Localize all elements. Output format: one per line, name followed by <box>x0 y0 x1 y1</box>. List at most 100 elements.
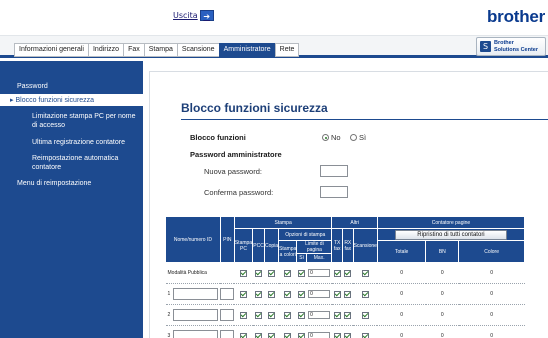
user-name-input[interactable] <box>172 309 218 321</box>
table-row-public: Modalità Pubblica 0 0 0 0 <box>165 262 525 284</box>
checkbox-color-print[interactable] <box>284 290 292 298</box>
counter-total: 0 <box>377 325 426 338</box>
function-lock-no-label: No <box>331 133 341 142</box>
page-title: Blocco funzioni sicurezza <box>181 101 328 115</box>
checkbox-tx-fax[interactable] <box>333 311 341 319</box>
checkbox-rx-fax[interactable] <box>344 311 352 319</box>
pin-input[interactable] <box>220 330 235 338</box>
checkbox-copy[interactable] <box>268 290 276 298</box>
tabs: Informazioni generali Indirizzo Fax Stam… <box>14 43 300 57</box>
checkbox-tx-fax[interactable] <box>333 332 341 338</box>
checkbox-pcc[interactable] <box>255 332 263 338</box>
header-page-counter: Contatore pagine <box>376 216 526 229</box>
sidebar-item-last-counter-record[interactable]: Ultima registrazione contatore <box>32 138 125 147</box>
header-pc-print: Stampa PC <box>233 228 254 263</box>
counter-bw: 0 <box>425 283 459 305</box>
checkbox-copy[interactable] <box>268 269 276 277</box>
header-limit-max: Max. <box>305 253 333 263</box>
checkbox-pcc[interactable] <box>255 269 263 277</box>
function-lock-yes-radio[interactable] <box>350 134 357 141</box>
checkbox-rx-fax[interactable] <box>344 269 352 277</box>
pin-input[interactable] <box>220 309 235 321</box>
tab-administrator[interactable]: Amministratore <box>218 43 276 57</box>
checkbox-page-limit[interactable] <box>298 332 306 338</box>
function-lock-table: Nome/numero ID PIN Stampa Altri Contator… <box>165 216 526 338</box>
checkbox-tx-fax[interactable] <box>333 290 341 298</box>
page-limit-max-input[interactable]: 0 <box>308 290 331 298</box>
admin-password-label: Password amministratore <box>190 150 282 159</box>
checkbox-rx-fax[interactable] <box>344 290 352 298</box>
new-password-label: Nuova password: <box>204 167 262 176</box>
title-divider <box>181 119 548 120</box>
checkbox-color-print[interactable] <box>284 311 292 319</box>
checkbox-color-print[interactable] <box>284 332 292 338</box>
function-lock-no-radio[interactable] <box>322 134 329 141</box>
checkbox-pc-print[interactable] <box>239 332 247 338</box>
checkbox-page-limit[interactable] <box>298 269 306 277</box>
checkbox-tx-fax[interactable] <box>333 269 341 277</box>
checkbox-scan[interactable] <box>361 332 369 338</box>
checkbox-page-limit[interactable] <box>298 290 306 298</box>
checkbox-scan[interactable] <box>361 269 369 277</box>
sidebar-item-reset-menu[interactable]: Menu di reimpostazione <box>17 179 91 188</box>
checkbox-pc-print[interactable] <box>239 269 247 277</box>
page-limit-max-input[interactable]: 0 <box>308 269 331 277</box>
counter-bw: 0 <box>425 304 459 326</box>
pin-input[interactable] <box>220 288 235 300</box>
header-total: Totale <box>376 240 427 263</box>
tab-scan[interactable]: Scansione <box>176 43 220 57</box>
tab-address[interactable]: Indirizzo <box>87 43 125 57</box>
checkbox-page-limit[interactable] <box>298 311 306 319</box>
tab-print[interactable]: Stampa <box>143 43 178 57</box>
checkbox-color-print[interactable] <box>284 269 292 277</box>
counter-color: 0 <box>458 304 525 326</box>
counter-bw: 0 <box>425 325 459 338</box>
checkbox-pc-print[interactable] <box>239 290 247 298</box>
checkbox-pcc[interactable] <box>255 290 263 298</box>
header-others: Altri <box>331 216 378 229</box>
sidebar-item-pc-print-restriction[interactable]: Limitazione stampa PC per nome di access… <box>32 112 140 130</box>
header-reset-cell: Ripristino di tutti contatori <box>376 228 526 241</box>
sidebar-item-auto-counter-reset[interactable]: Reimpostazione automatica contatore <box>32 154 137 172</box>
counter-total: 0 <box>377 304 426 326</box>
header-print: Stampa <box>233 216 333 229</box>
solutions-center-button[interactable]: S Brother Solutions Center <box>476 37 546 56</box>
sidebar-item-secure-function-lock[interactable]: ▸ Blocco funzioni sicurezza <box>0 94 143 106</box>
counter-color: 0 <box>458 262 525 284</box>
logout-button[interactable]: Uscita ➔ <box>173 10 214 21</box>
solutions-center-label: Brother Solutions Center <box>494 40 538 53</box>
checkbox-pcc[interactable] <box>255 311 263 319</box>
header-color: Colore <box>458 240 525 263</box>
reset-all-counters-button[interactable]: Ripristino di tutti contatori <box>394 229 507 240</box>
header-limit-yes: Sì <box>296 253 307 263</box>
confirm-password-field[interactable] <box>320 186 348 198</box>
checkbox-scan[interactable] <box>361 311 369 319</box>
page: Uscita ➔ brother Informazioni generali I… <box>0 0 548 338</box>
arrow-right-icon: ➔ <box>199 10 214 21</box>
counter-bw: 0 <box>425 262 459 284</box>
header-pin: PIN <box>219 216 235 263</box>
header-scan: Scansione <box>352 228 378 263</box>
new-password-field[interactable] <box>320 165 348 177</box>
user-name-input[interactable] <box>172 288 218 300</box>
checkbox-rx-fax[interactable] <box>344 332 352 338</box>
tab-network[interactable]: Rete <box>274 43 300 57</box>
tab-general-info[interactable]: Informazioni generali <box>14 43 89 57</box>
table-row: 3 0 0 0 0 <box>165 325 525 338</box>
checkbox-pc-print[interactable] <box>239 311 247 319</box>
public-mode-label: Modalità Pubblica <box>165 262 235 284</box>
function-lock-yes-label: Sì <box>359 133 367 142</box>
page-limit-max-input[interactable]: 0 <box>308 311 331 319</box>
checkbox-copy[interactable] <box>268 332 276 338</box>
checkbox-scan[interactable] <box>361 290 369 298</box>
sidebar-item-label: ▸ Blocco funzioni sicurezza <box>10 97 95 104</box>
solutions-center-line2: Solutions Center <box>494 46 539 53</box>
sidebar-item-password[interactable]: Password <box>17 82 48 91</box>
user-name-input[interactable] <box>172 330 218 338</box>
header-pcc: PCC <box>252 228 266 263</box>
header-name-id: Nome/numero ID <box>165 216 221 263</box>
page-limit-max-input[interactable]: 0 <box>308 332 331 338</box>
counter-color: 0 <box>458 283 525 305</box>
tab-fax[interactable]: Fax <box>123 43 145 57</box>
checkbox-copy[interactable] <box>268 311 276 319</box>
